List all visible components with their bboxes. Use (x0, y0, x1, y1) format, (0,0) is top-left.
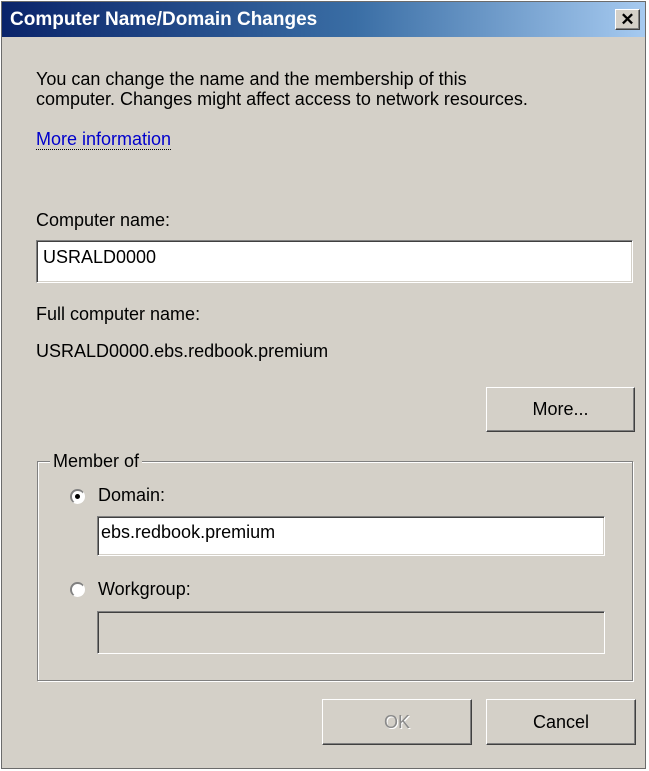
dialog-window: Computer Name/Domain Changes ✕ You can c… (1, 1, 646, 769)
description-line-1: You can change the name and the membersh… (36, 69, 467, 89)
close-icon: ✕ (620, 9, 635, 29)
workgroup-label[interactable]: Workgroup: (98, 579, 191, 600)
title-bar[interactable]: Computer Name/Domain Changes ✕ (2, 2, 645, 37)
workgroup-input (97, 611, 605, 654)
domain-value: ebs.redbook.premium (101, 522, 276, 542)
computer-name-label: Computer name: (36, 210, 171, 230)
close-button[interactable]: ✕ (615, 9, 640, 30)
description-line-2: computer. Changes might affect access to… (36, 89, 528, 109)
cancel-button[interactable]: Cancel (486, 699, 636, 745)
more-button[interactable]: More... (486, 387, 635, 432)
workgroup-radio[interactable] (70, 582, 85, 597)
domain-label[interactable]: Domain: (98, 485, 165, 506)
radio-selected-dot (75, 494, 80, 499)
member-of-legend: Member of (50, 451, 143, 472)
window-title: Computer Name/Domain Changes (10, 9, 318, 30)
description-text: You can change the name and the membersh… (36, 69, 528, 109)
full-computer-name-label: Full computer name: (36, 304, 201, 324)
more-information-link[interactable]: More information (36, 129, 172, 150)
ok-button: OK (322, 699, 472, 745)
full-computer-name-value: USRALD0000.ebs.redbook.premium (36, 341, 329, 361)
domain-input[interactable]: ebs.redbook.premium (97, 516, 605, 556)
domain-radio[interactable] (70, 489, 85, 504)
computer-name-value: USRALD0000 (43, 247, 157, 267)
computer-name-input[interactable]: USRALD0000 (36, 240, 633, 283)
